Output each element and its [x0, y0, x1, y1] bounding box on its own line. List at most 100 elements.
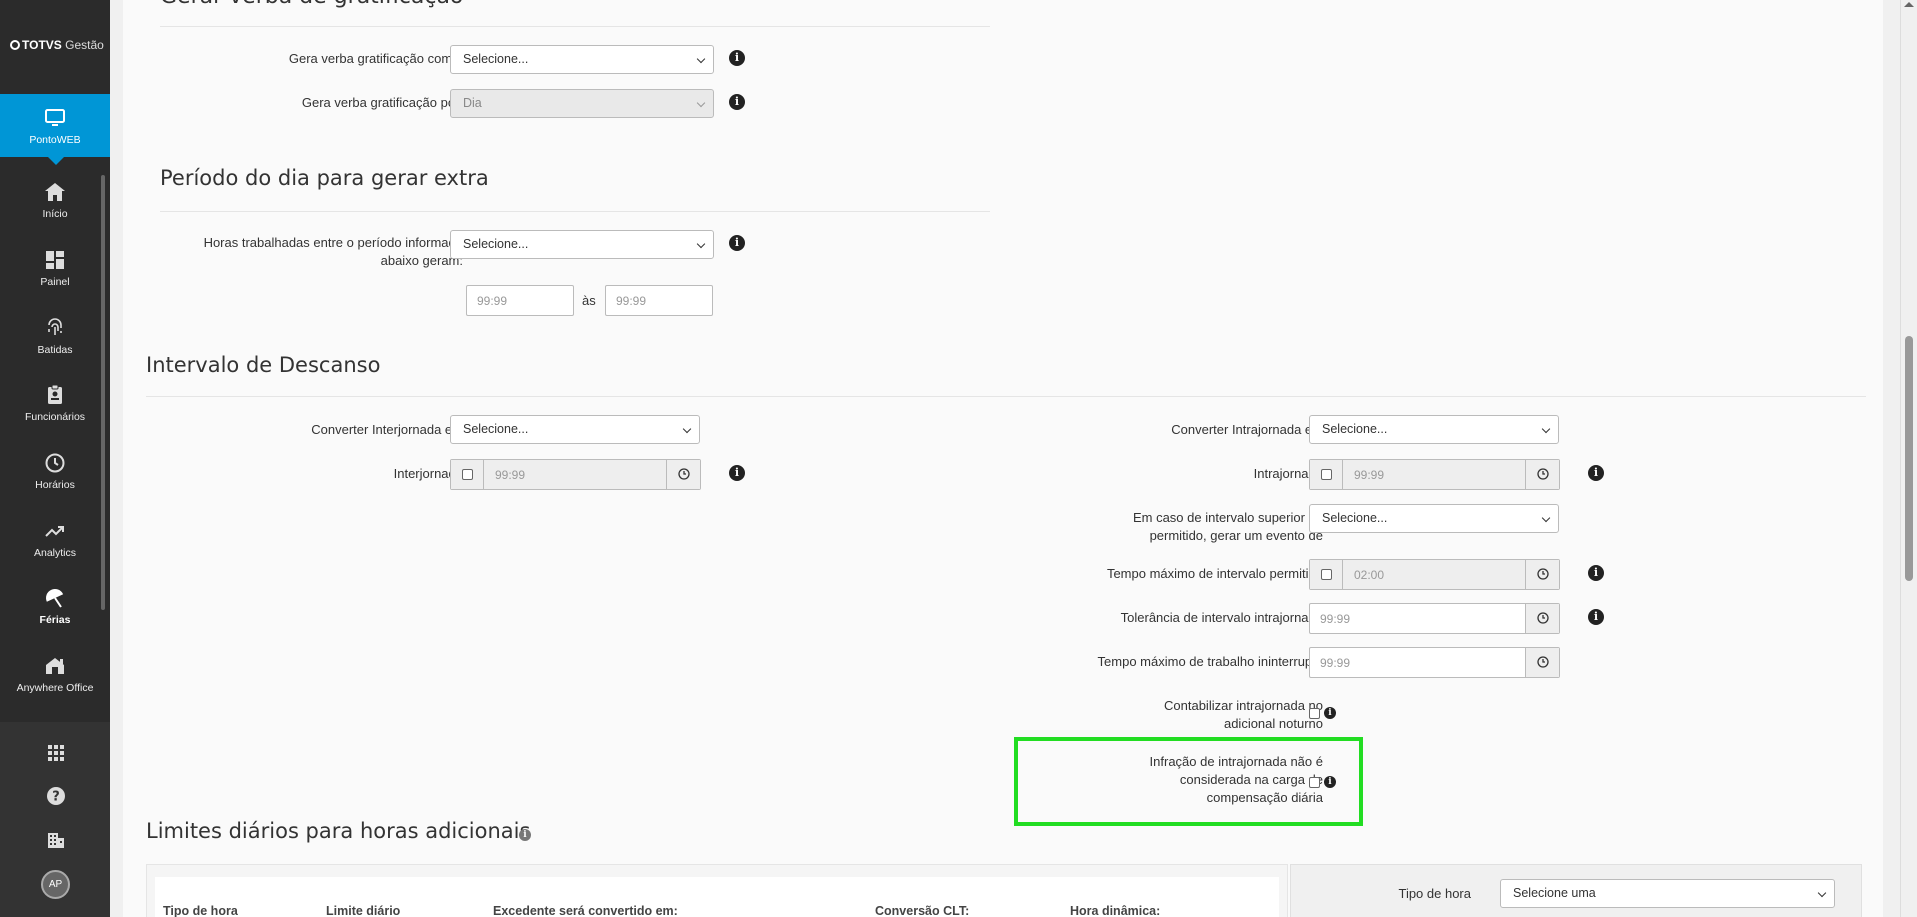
intrajornada-clock-button[interactable] — [1525, 460, 1559, 489]
tipo-hora-label: Tipo de hora — [1398, 886, 1471, 901]
tipo-hora-select[interactable]: Selecione uma — [1500, 879, 1835, 908]
badge-icon — [48, 384, 62, 404]
interjornada-input[interactable]: 99:99 — [495, 468, 525, 482]
horas-trabalhadas-select[interactable]: Selecione... — [450, 230, 714, 259]
column-header: Hora dinâmica: — [1070, 904, 1161, 917]
converter-interjornada-select[interactable]: Selecione... — [450, 415, 700, 444]
tempo-maximo-clock-button[interactable] — [1525, 560, 1559, 589]
info-icon[interactable]: i — [1588, 465, 1604, 481]
avatar[interactable]: AP — [41, 870, 70, 899]
column-header: Limite diário — [326, 904, 401, 917]
info-icon[interactable]: i — [1324, 707, 1336, 719]
sidebar-item-painel[interactable]: Painel — [0, 240, 110, 306]
sidebar-scrollbar[interactable] — [101, 175, 105, 610]
converter-intrajornada-label: Converter Intrajornada em — [1171, 422, 1323, 437]
clock-icon — [1537, 468, 1549, 480]
clock-icon — [1537, 656, 1549, 668]
intrajornada-input-group: 99:99 — [1309, 459, 1560, 490]
ininterrupto-clock-button[interactable] — [1525, 648, 1559, 677]
sidebar-item-batidas[interactable]: Batidas — [0, 308, 110, 374]
sidebar-item-analytics[interactable]: Analytics — [0, 511, 110, 577]
info-icon[interactable]: i — [729, 50, 745, 66]
section-title-limites: Limites diários para horas adicionais — [146, 819, 531, 843]
limites-table: Tipo de hora Limite diário Excedente ser… — [146, 864, 1288, 917]
intervalo-superior-label: Em caso de intervalo superior ao permiti… — [1132, 510, 1323, 543]
info-icon[interactable]: i — [729, 94, 745, 110]
sidebar-item-ferias[interactable]: Férias — [0, 578, 110, 644]
divider — [160, 26, 990, 27]
intrajornada-noturno-checkbox[interactable] — [1309, 708, 1320, 719]
trabalho-ininterrupto-group: 99:99 — [1309, 647, 1560, 678]
sidebar-item-pontoweb[interactable]: PontoWEB — [0, 94, 110, 157]
intrajornada-checkbox[interactable] — [1310, 460, 1343, 489]
limites-table-body: Tipo de hora Limite diário Excedente ser… — [155, 877, 1279, 917]
tempo-maximo-intervalo-label: Tempo máximo de intervalo permitido — [1106, 566, 1323, 581]
trabalho-ininterrupto-label: Tempo máximo de trabalho ininterrupto — [1097, 654, 1323, 669]
section-title-intervalo: Intervalo de Descanso — [146, 353, 381, 377]
tempo-maximo-checkbox[interactable] — [1310, 560, 1343, 589]
building-icon[interactable] — [46, 830, 66, 850]
tolerancia-intrajornada-group: 99:99 — [1309, 603, 1560, 634]
tolerancia-clock-button[interactable] — [1525, 604, 1559, 633]
limites-side-panel: Tipo de hora Selecione uma — [1290, 864, 1862, 917]
section-title-gratificacao: Gerar verba de gratificação — [160, 0, 463, 9]
help-icon[interactable]: ? — [46, 786, 66, 806]
active-caret — [48, 157, 64, 165]
gratificacao-por-label: Gera verba gratificação por: — [301, 95, 463, 110]
page-scrollbar[interactable] — [1900, 0, 1917, 917]
trabalho-ininterrupto-input[interactable]: 99:99 — [1320, 656, 1350, 670]
trend-icon — [45, 526, 64, 537]
column-header: Conversão CLT: — [875, 904, 970, 917]
clock-icon — [1537, 612, 1549, 624]
column-header: Excedente será convertido em: — [493, 904, 678, 917]
info-icon[interactable]: i — [519, 829, 531, 841]
info-icon[interactable]: i — [1588, 565, 1604, 581]
main-content: Gerar verba de gratificação Gera verba g… — [123, 0, 1883, 917]
periodo-separator: às — [582, 293, 596, 308]
interjornada-label: Interjornada — [393, 466, 463, 481]
horas-trabalhadas-label: Horas trabalhadas entre o período inform… — [203, 235, 463, 268]
converter-interjornada-label: Converter Interjornada em — [311, 422, 463, 437]
info-icon[interactable]: i — [729, 465, 745, 481]
sidebar-item-inicio[interactable]: Início — [0, 172, 110, 238]
info-icon[interactable]: i — [1588, 609, 1604, 625]
converter-intrajornada-select[interactable]: Selecione... — [1309, 415, 1559, 444]
scroll-up-arrow[interactable] — [1904, 2, 1914, 7]
gratificacao-como-select[interactable]: Selecione... — [450, 45, 714, 74]
tolerancia-intrajornada-input[interactable]: 99:99 — [1320, 612, 1350, 626]
periodo-inicio-input[interactable]: 99:99 — [466, 285, 574, 316]
section-title-periodo: Período do dia para gerar extra — [160, 166, 489, 190]
fingerprint-icon — [48, 318, 62, 335]
tempo-maximo-input[interactable]: 02:00 — [1354, 568, 1384, 582]
sidebar-item-horarios[interactable]: Horários — [0, 443, 110, 509]
gratificacao-por-select: Dia — [450, 89, 714, 118]
gratificacao-como-label: Gera verba gratificação como: — [288, 51, 463, 66]
tolerancia-intrajornada-label: Tolerância de intervalo intrajornada — [1120, 610, 1323, 625]
monitor-icon — [45, 109, 65, 126]
intrajornada-input[interactable]: 99:99 — [1354, 468, 1384, 482]
dashboard-icon — [46, 251, 64, 269]
periodo-fim-input[interactable]: 99:99 — [605, 285, 713, 316]
clock-icon — [45, 453, 65, 473]
info-icon[interactable]: i — [729, 235, 745, 251]
divider — [146, 396, 1866, 397]
highlight-box — [1014, 737, 1363, 826]
divider — [160, 211, 990, 212]
interjornada-input-group: 99:99 — [450, 459, 701, 490]
intrajornada-label: Intrajornada — [1253, 466, 1323, 481]
totvs-logo: TOTVS Gestão — [10, 38, 104, 52]
clock-icon — [678, 468, 690, 480]
intrajornada-noturno-label: Contabilizar intrajornada no adicional n… — [1164, 698, 1323, 731]
sidebar-item-funcionarios[interactable]: Funcionários — [0, 375, 110, 441]
tempo-maximo-intervalo-group: 02:00 — [1309, 559, 1560, 590]
sidebar-item-anywhere-office[interactable]: Anywhere Office — [0, 646, 110, 712]
sidebar: TOTVS Gestão PontoWEB Início Painel Bati… — [0, 0, 110, 917]
clock-icon — [1537, 568, 1549, 580]
scrollbar-thumb[interactable] — [1905, 336, 1913, 581]
house-office-icon — [46, 658, 64, 674]
apps-grid-icon[interactable] — [46, 743, 66, 763]
intervalo-superior-select[interactable]: Selecione... — [1309, 504, 1559, 533]
interjornada-checkbox[interactable] — [451, 460, 484, 489]
interjornada-clock-button[interactable] — [666, 460, 700, 489]
column-header: Tipo de hora — [163, 904, 238, 917]
